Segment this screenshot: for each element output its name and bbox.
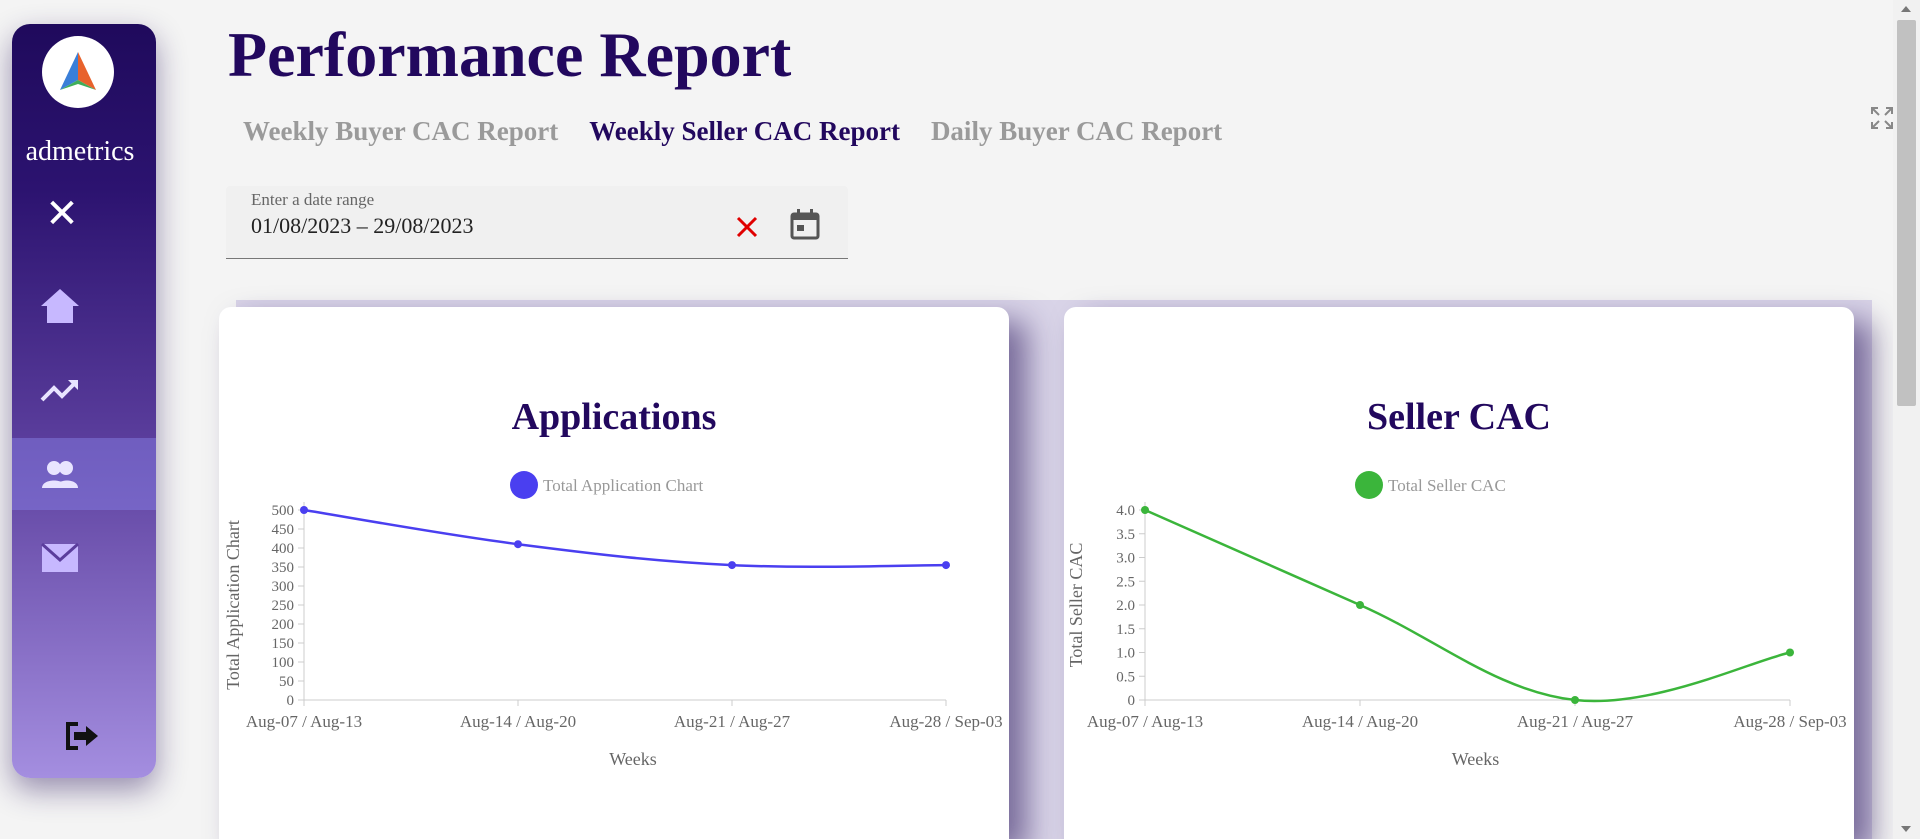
date-range-field[interactable]: Enter a date range 01/08/2023 – 29/08/20… bbox=[226, 186, 848, 259]
legend-swatch bbox=[1355, 471, 1383, 499]
users-icon bbox=[42, 461, 78, 488]
y-tick-label: 1.5 bbox=[1116, 622, 1135, 638]
page-scrollbar[interactable] bbox=[1893, 0, 1920, 839]
y-tick-label: 300 bbox=[272, 579, 295, 595]
sidebar-item-home[interactable] bbox=[12, 270, 156, 342]
y-tick-label: 150 bbox=[272, 636, 295, 652]
close-icon[interactable]: ✕ bbox=[42, 194, 82, 234]
fullscreen-icon bbox=[1871, 107, 1893, 129]
date-range-value[interactable]: 01/08/2023 – 29/08/2023 bbox=[251, 213, 473, 239]
y-axis-label: Total Application Chart bbox=[223, 520, 243, 690]
scroll-up-arrow-icon[interactable] bbox=[1901, 6, 1911, 12]
data-point bbox=[1141, 506, 1149, 514]
x-tick-label: Aug-07 / Aug-13 bbox=[246, 712, 362, 731]
x-tick-label: Aug-28 / Sep-03 bbox=[1733, 712, 1846, 731]
y-tick-label: 50 bbox=[279, 674, 294, 690]
date-range-label: Enter a date range bbox=[251, 190, 375, 209]
x-tick-label: Aug-28 / Sep-03 bbox=[889, 712, 1002, 731]
seller-cac-chart-card: Seller CAC Total Seller CAC 0 0.5 1.0 1.5 2.0… bbox=[1064, 307, 1854, 839]
x-tick-label: Aug-14 / Aug-20 bbox=[460, 712, 576, 731]
sidebar-item-analytics[interactable] bbox=[12, 354, 156, 426]
y-tick-label: 500 bbox=[272, 503, 295, 519]
y-tick-label: 0 bbox=[1128, 693, 1136, 709]
home-icon bbox=[41, 289, 79, 323]
y-tick-label: 2.0 bbox=[1116, 598, 1135, 614]
tab-daily-buyer-cac[interactable]: Daily Buyer CAC Report bbox=[931, 116, 1222, 147]
logout-button[interactable] bbox=[64, 720, 100, 757]
logout-icon bbox=[66, 722, 98, 750]
y-tick-label: 200 bbox=[272, 617, 295, 633]
clear-date-button[interactable] bbox=[734, 214, 760, 245]
scroll-thumb[interactable] bbox=[1897, 20, 1916, 406]
sidebar: admetrics ✕ bbox=[12, 24, 156, 778]
legend-swatch bbox=[510, 471, 538, 499]
mail-icon bbox=[41, 542, 79, 572]
x-tick-label: Aug-07 / Aug-13 bbox=[1087, 712, 1203, 731]
y-tick-label: 250 bbox=[272, 598, 295, 614]
page-title: Performance Report bbox=[228, 19, 792, 90]
y-tick-label: 0.5 bbox=[1116, 669, 1135, 685]
data-point bbox=[1786, 648, 1794, 657]
x-tick-label: Aug-21 / Aug-27 bbox=[674, 712, 791, 731]
legend-label: Total Seller CAC bbox=[1388, 476, 1506, 495]
fullscreen-button[interactable] bbox=[1870, 106, 1894, 135]
y-tick-label: 1.0 bbox=[1116, 646, 1135, 662]
sidebar-item-users[interactable] bbox=[12, 438, 156, 510]
report-tabs: Weekly Buyer CAC Report Weekly Seller CA… bbox=[243, 116, 1253, 147]
x-tick-label: Aug-21 / Aug-27 bbox=[1517, 712, 1634, 731]
close-icon bbox=[736, 216, 758, 238]
y-axis-label: Total Seller CAC bbox=[1066, 543, 1086, 668]
tab-weekly-buyer-cac[interactable]: Weekly Buyer CAC Report bbox=[243, 116, 558, 147]
applications-chart: Total Application Chart 0 50 100 150 200 250 30… bbox=[223, 471, 1003, 769]
y-tick-label: 100 bbox=[272, 655, 295, 671]
series-line bbox=[303, 508, 947, 569]
logo bbox=[42, 36, 114, 108]
y-tick-label: 450 bbox=[272, 522, 295, 538]
brand-name: admetrics bbox=[25, 136, 135, 167]
data-point bbox=[1571, 696, 1579, 704]
scroll-down-arrow-icon[interactable] bbox=[1901, 826, 1911, 832]
legend-label: Total Application Chart bbox=[543, 476, 704, 495]
y-tick-label: 0 bbox=[287, 693, 295, 709]
y-tick-label: 3.5 bbox=[1116, 527, 1135, 543]
data-point bbox=[1356, 601, 1364, 609]
y-tick-label: 2.5 bbox=[1116, 574, 1135, 590]
data-point bbox=[514, 540, 522, 549]
calendar-button[interactable] bbox=[790, 208, 820, 245]
seller-cac-chart: Total Seller CAC 0 0.5 1.0 1.5 2.0 2.5 3.0 3.5 4.… bbox=[1066, 471, 1847, 769]
trending-up-icon bbox=[40, 380, 78, 402]
y-tick-label: 400 bbox=[272, 541, 295, 557]
admetrics-logo-icon bbox=[60, 52, 96, 90]
series-line bbox=[1144, 508, 1791, 703]
x-tick-label: Aug-14 / Aug-20 bbox=[1302, 712, 1418, 731]
y-tick-label: 4.0 bbox=[1116, 503, 1135, 519]
data-point bbox=[728, 561, 736, 570]
x-axis-label: Weeks bbox=[609, 749, 657, 769]
y-tick-label: 350 bbox=[272, 560, 295, 576]
x-axis-label: Weeks bbox=[1452, 749, 1500, 769]
applications-chart-card: Applications Total Application Chart 0 50 1… bbox=[219, 307, 1009, 839]
data-point bbox=[300, 506, 308, 514]
sidebar-item-mail[interactable] bbox=[12, 522, 156, 594]
calendar-icon bbox=[790, 209, 820, 240]
y-tick-label: 3.0 bbox=[1116, 551, 1135, 567]
tab-weekly-seller-cac[interactable]: Weekly Seller CAC Report bbox=[589, 116, 900, 147]
data-point bbox=[942, 561, 950, 570]
